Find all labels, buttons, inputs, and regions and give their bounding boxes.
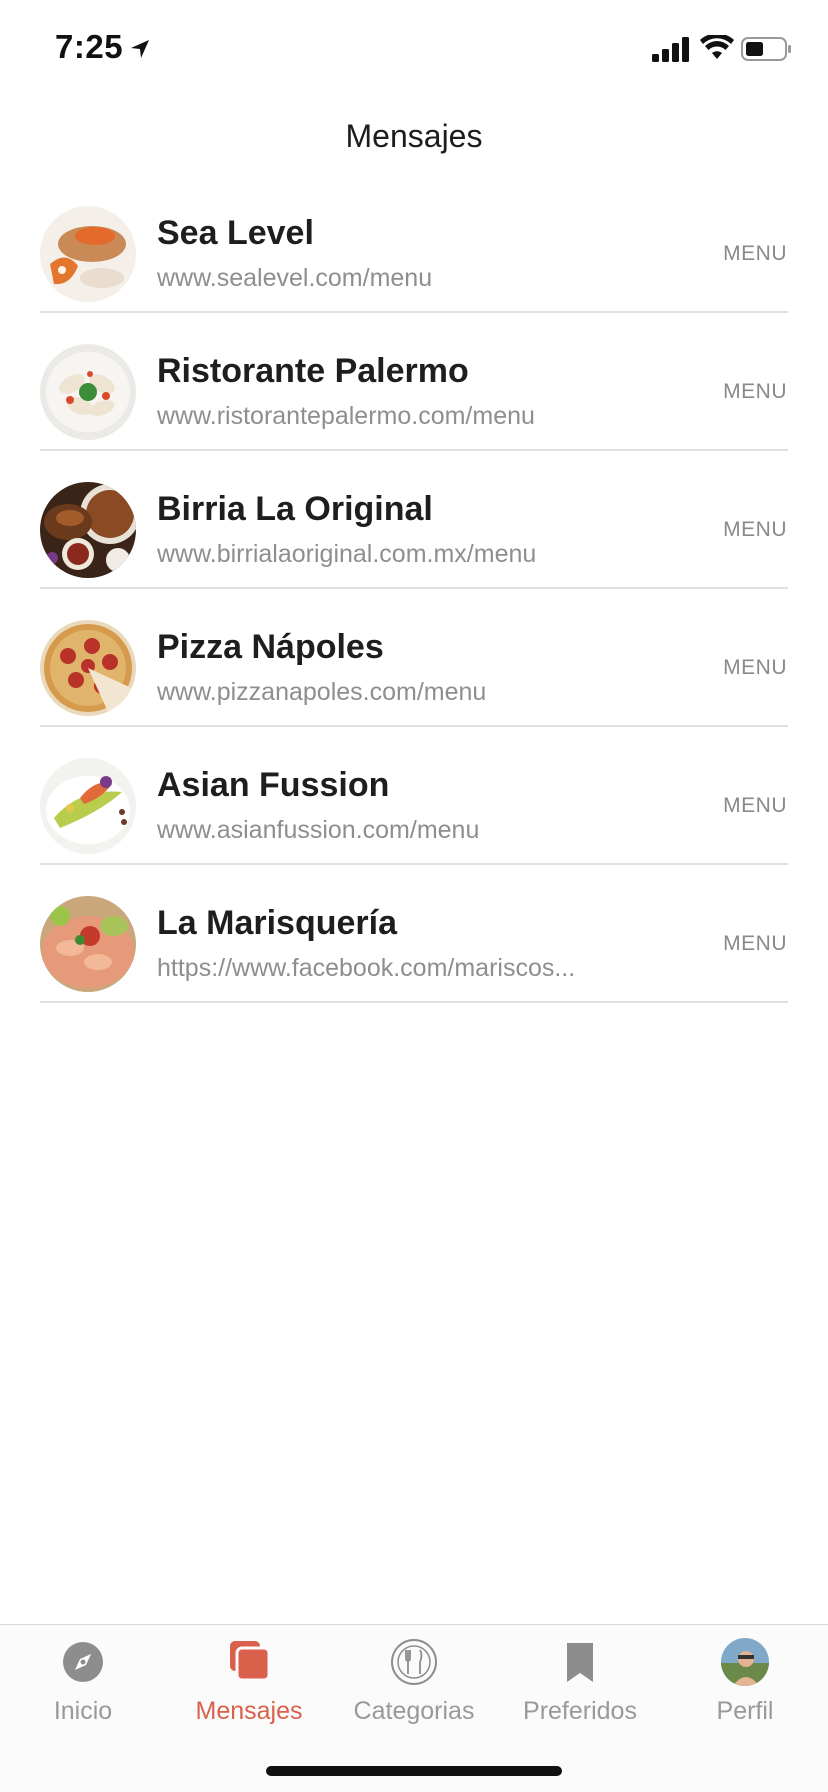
restaurant-thumbnail bbox=[40, 344, 136, 440]
list-item[interactable]: Birria La Original www.birrialaoriginal.… bbox=[0, 476, 828, 614]
divider bbox=[40, 587, 788, 589]
list-item[interactable]: Sea Level www.sealevel.com/menu MENU bbox=[0, 200, 828, 338]
restaurant-url[interactable]: www.asianfussion.com/menu bbox=[157, 816, 479, 845]
restaurant-url[interactable]: www.ristorantepalermo.com/menu bbox=[157, 402, 535, 431]
status-time: 7:25 bbox=[55, 28, 124, 65]
divider bbox=[40, 311, 788, 313]
restaurant-name: Pizza Nápoles bbox=[157, 628, 384, 666]
restaurant-url[interactable]: www.pizzanapoles.com/menu bbox=[157, 678, 486, 707]
menu-button[interactable]: MENU bbox=[723, 794, 787, 818]
tab-preferidos[interactable]: Preferidos bbox=[497, 1625, 663, 1745]
menu-button[interactable]: MENU bbox=[723, 518, 787, 542]
bookmark-icon bbox=[567, 1643, 593, 1682]
restaurant-thumbnail bbox=[40, 206, 136, 302]
restaurant-name: Birria La Original bbox=[157, 490, 433, 528]
restaurant-name: Sea Level bbox=[157, 214, 314, 252]
home-indicator[interactable] bbox=[266, 1766, 562, 1776]
messages-icon bbox=[230, 1641, 271, 1682]
divider bbox=[40, 863, 788, 865]
plate-cutlery-icon bbox=[391, 1639, 437, 1685]
restaurant-name: La Marisquería bbox=[157, 904, 397, 942]
restaurant-url[interactable]: www.birrialaoriginal.com.mx/menu bbox=[157, 540, 536, 569]
restaurant-url[interactable]: https://www.facebook.com/mariscos... bbox=[157, 954, 575, 983]
tab-inicio[interactable]: Inicio bbox=[0, 1625, 166, 1745]
status-bar: 7:25 bbox=[0, 0, 828, 100]
restaurant-thumbnail bbox=[40, 758, 136, 854]
divider bbox=[40, 1001, 788, 1003]
restaurant-url[interactable]: www.sealevel.com/menu bbox=[157, 264, 432, 293]
screen: 7:25 Mensajes Sea Level www.sealevel.com… bbox=[0, 0, 828, 1792]
tab-perfil[interactable]: Perfil bbox=[662, 1625, 828, 1745]
profile-avatar bbox=[721, 1638, 769, 1686]
list-item[interactable]: La Marisquería https://www.facebook.com/… bbox=[0, 890, 828, 1028]
restaurant-thumbnail bbox=[40, 620, 136, 716]
restaurant-thumbnail bbox=[40, 896, 136, 992]
location-arrow-icon bbox=[131, 40, 149, 58]
tab-label: Preferidos bbox=[523, 1697, 637, 1725]
tab-label: Mensajes bbox=[195, 1697, 303, 1725]
cellular-signal-icon bbox=[652, 37, 689, 62]
compass-icon bbox=[63, 1642, 103, 1682]
menu-button[interactable]: MENU bbox=[723, 380, 787, 404]
restaurant-list: Sea Level www.sealevel.com/menu MENU Ris… bbox=[0, 200, 828, 1028]
battery-icon bbox=[741, 37, 791, 61]
divider bbox=[40, 725, 788, 727]
menu-button[interactable]: MENU bbox=[723, 932, 787, 956]
restaurant-name: Ristorante Palermo bbox=[157, 352, 469, 390]
list-item[interactable]: Pizza Nápoles www.pizzanapoles.com/menu … bbox=[0, 614, 828, 752]
divider bbox=[40, 449, 788, 451]
page-title: Mensajes bbox=[345, 118, 483, 154]
menu-button[interactable]: MENU bbox=[723, 656, 787, 680]
tab-mensajes[interactable]: Mensajes bbox=[166, 1625, 332, 1745]
restaurant-name: Asian Fussion bbox=[157, 766, 390, 804]
menu-button[interactable]: MENU bbox=[723, 242, 787, 266]
tab-label: Inicio bbox=[53, 1697, 113, 1725]
restaurant-thumbnail bbox=[40, 482, 136, 578]
wifi-icon bbox=[700, 35, 734, 59]
list-item[interactable]: Asian Fussion www.asianfussion.com/menu … bbox=[0, 752, 828, 890]
tab-label: Categorias bbox=[353, 1697, 475, 1725]
tab-label: Perfil bbox=[716, 1697, 774, 1725]
list-item[interactable]: Ristorante Palermo www.ristorantepalermo… bbox=[0, 338, 828, 476]
tab-categorias[interactable]: Categorias bbox=[331, 1625, 497, 1745]
